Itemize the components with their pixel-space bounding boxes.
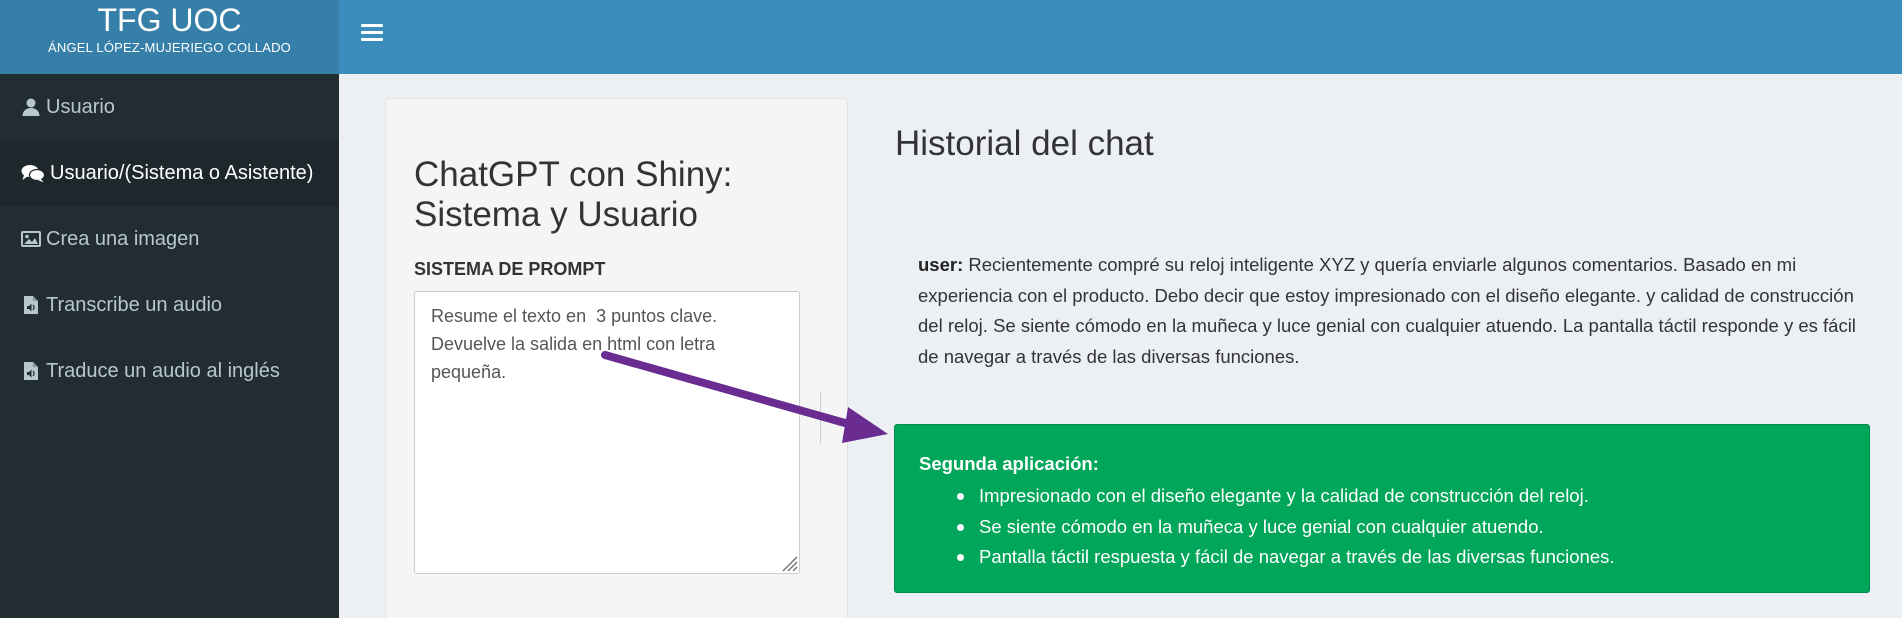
user-message-text: Recientemente compré su reloj inteligent… [918,254,1856,367]
resize-handle-icon[interactable] [778,552,798,572]
sidebar-item-usuario[interactable]: Usuario [0,74,339,140]
divider [820,392,821,444]
list-item: Pantalla táctil respuesta y fácil de nav… [957,542,1845,573]
app-title: TFG UOC [97,2,242,38]
panel-title: ChatGPT con Shiny: Sistema y Usuario [414,155,733,234]
user-message: user: Recientemente compré su reloj inte… [918,250,1878,372]
user-message-label: user: [918,254,964,275]
top-navbar [339,0,1902,74]
sidebar-item-label: Usuario/(Sistema o Asistente) [50,161,314,184]
assistant-response-list: Impresionado con el diseño elegante y la… [957,481,1845,573]
comments-icon [20,162,46,184]
sidebar-item-usuario-sistema[interactable]: Usuario/(Sistema o Asistente) [0,140,339,206]
sidebar-item-label: Transcribe un audio [46,293,223,316]
system-prompt-textarea[interactable]: Resume el texto en 3 puntos clave. Devue… [414,291,800,574]
sidebar-item-transcribe-audio[interactable]: Transcribe un audio [0,272,339,338]
image-icon [20,228,42,250]
sidebar-item-label: Usuario [46,95,115,118]
list-item: Se siente cómodo en la muñeca y luce gen… [957,512,1845,543]
sidebar-toggle-icon[interactable] [361,24,383,48]
sidebar-item-crea-imagen[interactable]: Crea una imagen [0,206,339,272]
sidebar-item-traduce-audio[interactable]: Traduce un audio al inglés [0,338,339,404]
audio-file-icon [20,294,42,316]
input-panel: ChatGPT con Shiny: Sistema y Usuario SIS… [385,98,848,618]
app-subtitle: ÁNGEL LÓPEZ-MUJERIEGO COLLADO [48,40,291,55]
audio-file-icon [20,360,42,382]
sidebar-item-label: Traduce un audio al inglés [46,359,280,382]
brand-logo-area[interactable]: TFG UOC ÁNGEL LÓPEZ-MUJERIEGO COLLADO [0,0,339,74]
chat-history-heading: Historial del chat [895,124,1154,163]
sidebar-item-label: Crea una imagen [46,227,200,250]
user-icon [20,96,42,118]
assistant-response-title: Segunda aplicación: [919,453,1099,474]
assistant-response-box: Segunda aplicación: Impresionado con el … [894,424,1870,593]
list-item: Impresionado con el diseño elegante y la… [957,481,1845,512]
system-prompt-label: SISTEMA DE PROMPT [414,259,606,279]
sidebar: Usuario Usuario/(Sistema o Asistente) Cr… [0,74,339,618]
